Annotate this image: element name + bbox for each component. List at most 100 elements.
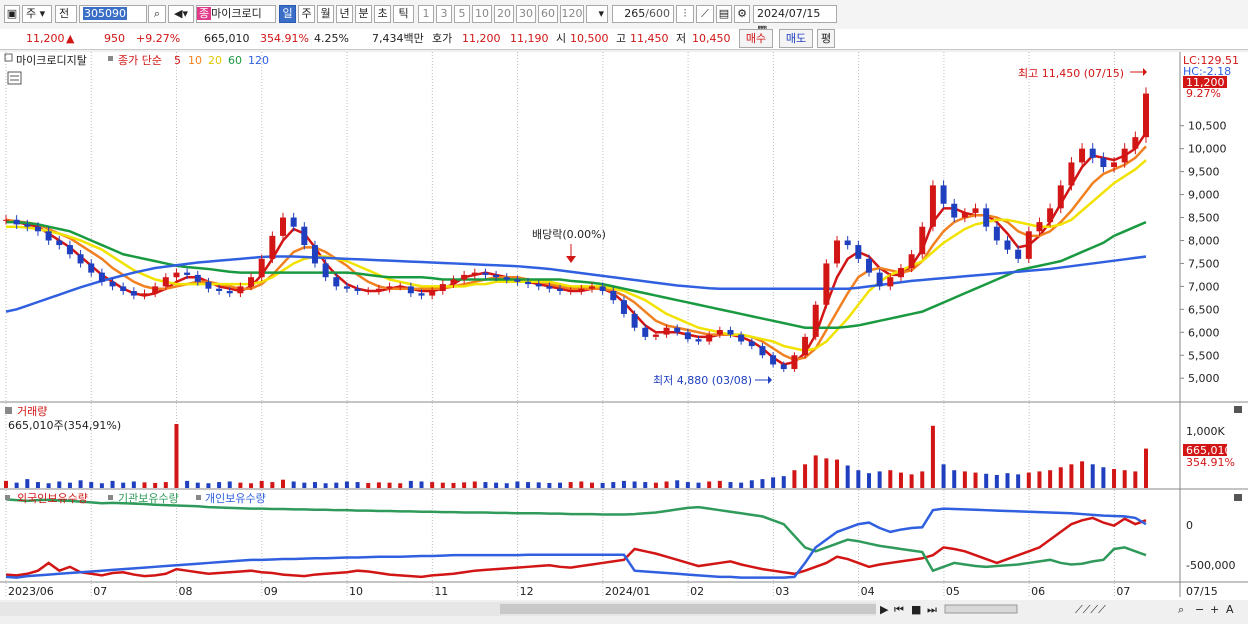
interval-60-button[interactable]: 60 [538, 5, 558, 23]
holding-pane-icon[interactable] [5, 495, 10, 500]
eval-button[interactable]: 평 [817, 29, 835, 48]
period-tick-button[interactable]: 틱 [393, 5, 414, 23]
chart-area[interactable]: 10,500 10,000 9,500 9,000 8,500 8,000 7,500 7,0… [0, 52, 1248, 621]
volume-bar [1080, 461, 1085, 488]
volume-bar [472, 481, 477, 488]
candle-body [365, 290, 372, 292]
interval-3-button[interactable]: 3 [436, 5, 452, 23]
speaker-icon[interactable]: ◀▾ [168, 5, 194, 23]
candle-body [706, 334, 713, 342]
interval-120-button[interactable]: 120 [560, 5, 584, 23]
volume-bar [121, 482, 126, 488]
period-week-label: 주 [301, 7, 312, 20]
chart-svg[interactable]: 10,500 10,000 9,500 9,000 8,500 8,000 7,500 7,0… [0, 52, 1248, 621]
gear-icon[interactable]: ⚙ [734, 5, 750, 23]
font-size-icon[interactable]: A [1226, 603, 1234, 616]
scroll-thumb[interactable] [500, 604, 876, 614]
sell-button[interactable]: 매도 [779, 29, 813, 48]
period-minute-button[interactable]: 분 [355, 5, 372, 23]
count-total: /600 [645, 7, 670, 20]
candle-body [834, 240, 841, 264]
window-menu-icon[interactable]: ▣ [4, 5, 20, 23]
interval-1-button[interactable]: 1 [418, 5, 434, 23]
volume-bar [866, 473, 871, 488]
volume-pane-icon[interactable] [5, 407, 12, 414]
volume-bar [35, 482, 40, 488]
volume-bar [25, 479, 30, 488]
stock-code-input[interactable]: 305090 [79, 5, 147, 23]
high-annotation: 최고 11,450 (07/15) [1018, 67, 1124, 80]
draw-tool-icon[interactable]: ⟋⟋⟋⟋ [1075, 603, 1106, 616]
candle-body [1132, 137, 1139, 149]
candle-body [865, 258, 872, 273]
stop-icon[interactable]: ■ [911, 603, 921, 616]
candle-body [152, 286, 159, 294]
volume-bar [856, 470, 861, 488]
interval-20-button[interactable]: 20 [494, 5, 514, 23]
legend-individual: 개인보유수량 [205, 492, 266, 505]
volume-bar [238, 482, 243, 488]
volume-bar [835, 459, 840, 488]
candle-body [237, 286, 244, 294]
candle-body [1143, 93, 1149, 138]
period-type-select[interactable]: 주 ▾ [22, 5, 52, 23]
chart-type-icon[interactable]: ⫶ [676, 5, 694, 23]
high-label: 고 [616, 32, 627, 45]
save-icon[interactable]: ▤ [716, 5, 732, 23]
volume-bar [1026, 472, 1031, 488]
candle-body [429, 290, 436, 296]
change-value: 950 [104, 32, 125, 45]
period-week-button[interactable]: 주 [298, 5, 315, 23]
scope-select[interactable]: 전 [55, 5, 77, 23]
buy-button[interactable]: 매수 [739, 29, 773, 48]
search-icon[interactable]: ⌕ [148, 5, 166, 23]
name-badge: 종 [197, 7, 212, 20]
period-minute-label: 분 [358, 7, 369, 20]
scroll-first-icon[interactable]: ⏮ [894, 603, 904, 616]
candle-body [269, 235, 276, 259]
candle-body [887, 277, 894, 287]
period-second-button[interactable]: 초 [374, 5, 391, 23]
calculator-icon[interactable] [7, 71, 22, 85]
period-day-button[interactable]: 일 [279, 5, 296, 23]
zoom-slider[interactable] [944, 604, 1018, 614]
interval-dropdown[interactable]: ▾ [586, 5, 608, 23]
stock-name-field[interactable]: 종 마이크로디 [196, 5, 276, 23]
zoom-search-icon[interactable]: ⌕ [1178, 603, 1184, 616]
volume-pane-close-icon[interactable] [1234, 406, 1242, 413]
candle-body [631, 313, 638, 328]
volume-bar [195, 482, 200, 488]
holding-axis-zero: 0 [1186, 519, 1193, 532]
count-field[interactable]: 265/600 [612, 5, 674, 23]
date-tick-label: 02 [690, 585, 704, 598]
price-tick-label: 10,000 [1188, 143, 1227, 156]
period-month-button[interactable]: 월 [317, 5, 334, 23]
volume-bar [185, 480, 190, 488]
interval-10-button[interactable]: 10 [472, 5, 492, 23]
volume-bar [994, 474, 999, 488]
interval-30-button[interactable]: 30 [516, 5, 536, 23]
interval-5-button[interactable]: 5 [454, 5, 470, 23]
draw-tool-icon[interactable]: ⟋ [696, 5, 714, 23]
volume-bar [845, 465, 850, 488]
zoom-out-icon[interactable]: − [1195, 603, 1204, 616]
trade-amount: 7,434백만 [372, 32, 424, 45]
date-field[interactable]: 2024/07/15 ▦ [753, 5, 837, 36]
volume-bar [89, 482, 94, 488]
period-year-button[interactable]: 년 [336, 5, 353, 23]
holding-pane-close-icon[interactable] [1234, 494, 1242, 501]
volume-bar [1101, 467, 1106, 488]
candle-body [471, 272, 478, 275]
candle-body [258, 258, 265, 278]
scroll-last-icon[interactable]: ⏭ [927, 603, 937, 616]
candle-body [983, 208, 990, 227]
volume-bar [621, 480, 626, 488]
candle-body [578, 288, 585, 291]
candle-body [652, 334, 659, 337]
volume-bar [675, 480, 680, 488]
zoom-in-icon[interactable]: + [1210, 603, 1219, 616]
date-tick-label: 09 [264, 585, 278, 598]
candle-body [802, 336, 809, 356]
volume-axis-tick: 1,000K [1186, 425, 1225, 438]
scroll-next-icon[interactable]: ▶ [880, 603, 889, 616]
